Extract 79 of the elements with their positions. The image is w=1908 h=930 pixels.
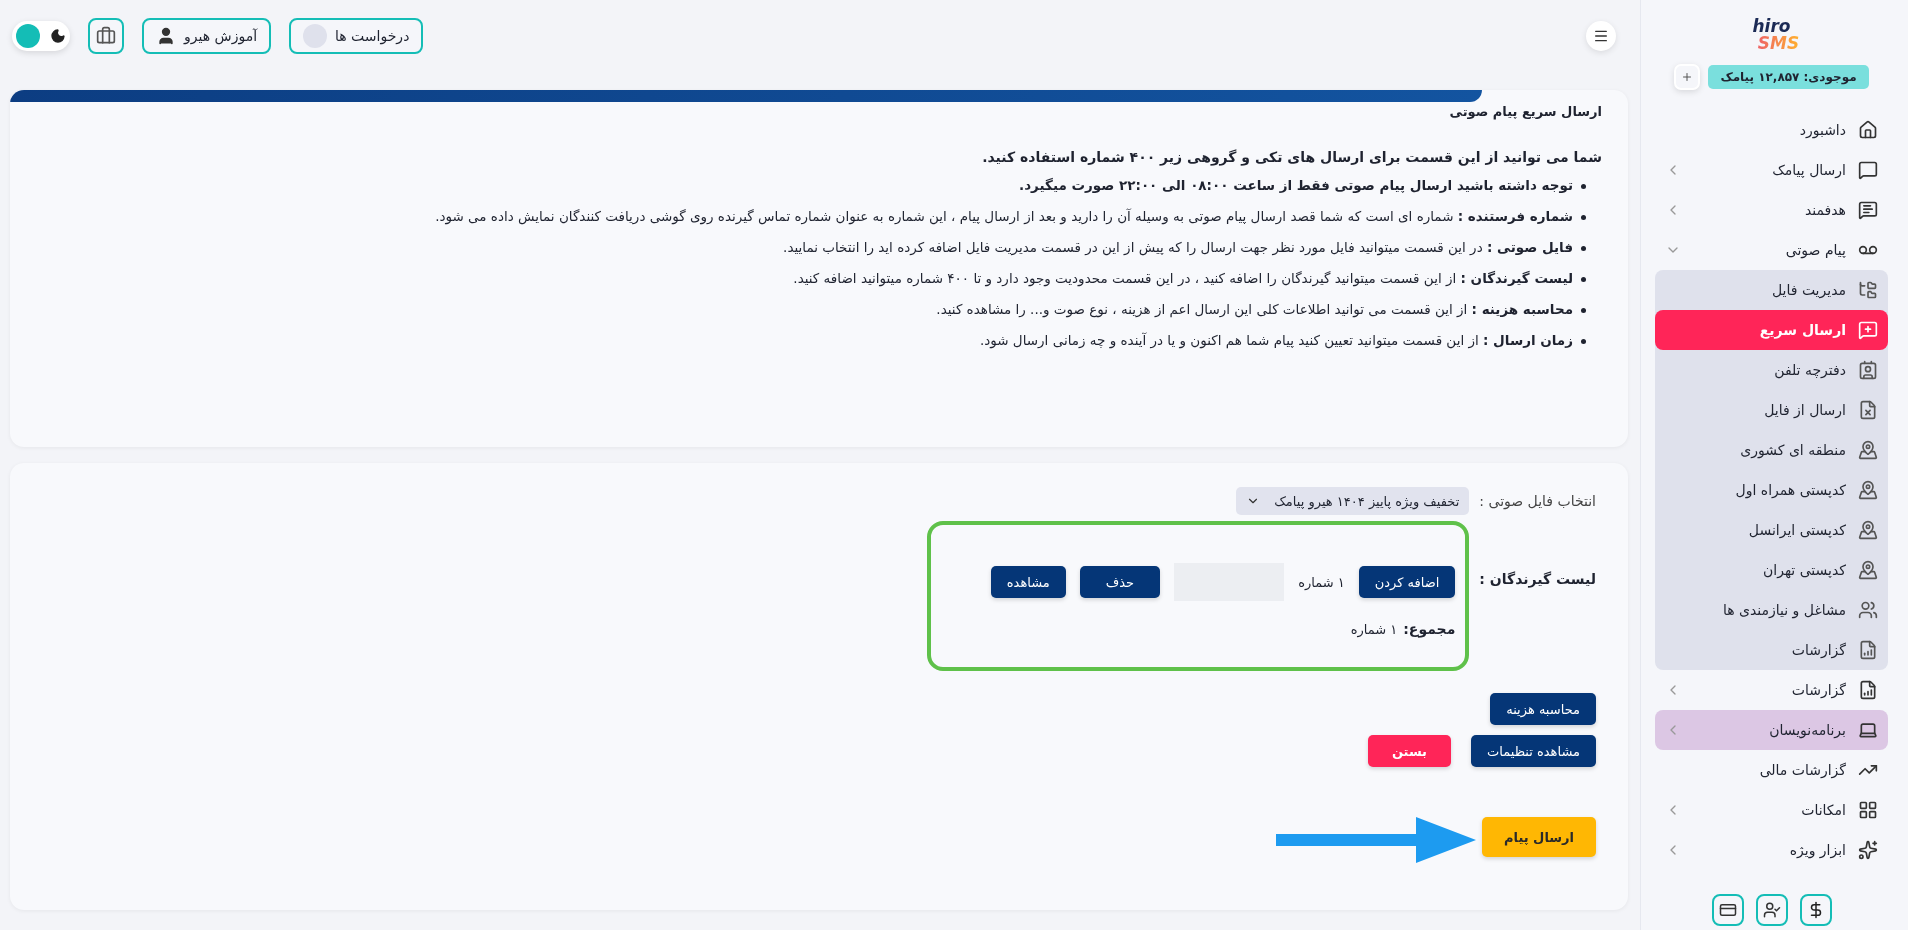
menu-item[interactable]: ارسال پیامک <box>1655 150 1888 190</box>
menu-button[interactable] <box>1586 21 1616 51</box>
moon-icon <box>50 28 66 44</box>
bullet-icon <box>1581 246 1586 251</box>
count-text: ۱ شماره <box>1298 574 1345 590</box>
total-label: مجموع: <box>1403 621 1456 637</box>
menu-item[interactable]: هدفمند <box>1655 190 1888 230</box>
sparkle-icon <box>1858 840 1878 860</box>
file-select[interactable]: تخفیف ویژه پاییز ۱۴۰۴ هیرو پیامک <box>1236 487 1470 515</box>
report-icon <box>1858 680 1878 700</box>
report-icon <box>1858 640 1878 660</box>
menu-item[interactable]: گزارشات مالی <box>1655 750 1888 790</box>
send-button[interactable]: ارسال پیام <box>1482 817 1596 857</box>
submenu-item[interactable]: دفترچه تلفن <box>1655 350 1888 390</box>
dollar-button[interactable] <box>1799 894 1832 926</box>
bullet-icon <box>1581 184 1586 189</box>
bullet-icon <box>1581 339 1586 344</box>
users-icon <box>1858 600 1878 620</box>
card-icon <box>1718 901 1737 919</box>
action-button[interactable]: بستن <box>1367 735 1451 767</box>
contact-icon <box>1858 360 1878 380</box>
view-button[interactable]: مشاهده <box>990 566 1066 598</box>
add-button[interactable]: اضافه کردن <box>1358 566 1456 598</box>
note-text: شماره فرستنده : شماره ای است که شما قصد ارسال پیام صوتی به وسیله آن را دارید و بعد از ارسال پیام ، این شماره به عنوان شماره تماس گیرنده روی گوشی دریافت کنندگان نمایش داده می شود. <box>435 208 1573 224</box>
chat-check-icon <box>1858 200 1878 220</box>
folder-tree-icon <box>1858 280 1878 300</box>
submenu-item[interactable]: کدپستی همراه اول <box>1655 470 1888 510</box>
theme-toggle[interactable] <box>12 21 70 51</box>
field-label: انتخاب فایل صوتی : <box>1479 493 1596 509</box>
submenu-item[interactable]: گزارشات <box>1655 630 1888 670</box>
menu-icon <box>1593 28 1609 44</box>
note-text: توجه داشته باشید ارسال پیام صوتی فقط از ساعت ۰۸:۰۰ الی ۲۲:۰۰ صورت میگیرد. <box>1019 177 1573 193</box>
bullet-icon <box>1581 308 1586 313</box>
file-x-icon <box>1858 400 1878 420</box>
briefcase-icon <box>96 26 116 46</box>
map-pin-icon <box>1858 440 1878 460</box>
menu-item[interactable]: داشبورد <box>1655 110 1888 150</box>
action-button[interactable]: محاسبه هزینه <box>1490 693 1596 725</box>
note-text: لیست گیرندگان : از این قسمت میتوانید گیرندگان را اضافه کنید ، در این قسمت محدودیت وجود دارد و تا ۴۰۰ شماره میتوانید اضافه کنید. <box>793 270 1573 286</box>
menu-item[interactable]: پیام صوتی <box>1655 230 1888 270</box>
bullet-icon <box>1581 215 1586 220</box>
field-label: لیست گیرندگان : <box>1479 571 1596 587</box>
submenu-item[interactable]: مدیریت فایل <box>1655 270 1888 310</box>
menu-item[interactable]: ابزار ویژه <box>1655 830 1888 870</box>
balance-badge: موجودی: ۱۲,۸۵۷ پیامک <box>1708 65 1869 89</box>
sms-icon <box>1858 160 1878 180</box>
home-icon <box>1858 120 1878 140</box>
bullet-icon <box>1581 277 1586 282</box>
action-button[interactable]: مشاهده تنظیمات <box>1471 735 1596 767</box>
user-check-icon <box>1762 901 1781 919</box>
briefcase-button[interactable] <box>88 18 124 54</box>
requests-button[interactable]: درخواست ها <box>289 18 424 54</box>
note-text: زمان ارسال : از این قسمت میتوانید تعیین کنید پیام شما هم اکنون و یا در آینده و چه زمانی ارسال شود. <box>980 332 1573 348</box>
card-button[interactable] <box>1711 894 1744 926</box>
map-pin-icon <box>1858 560 1878 580</box>
map-pin-icon <box>1858 480 1878 500</box>
laptop-code-icon <box>1858 720 1878 740</box>
card-title: ارسال سریع پیام صوتی <box>1448 104 1602 119</box>
submenu-item[interactable]: ارسال از فایل <box>1655 390 1888 430</box>
menu-item[interactable]: گزارشات <box>1655 670 1888 710</box>
note-text: محاسبه هزینه : از این قسمت می توانید اطلاعات کلی این ارسال اعم از هزینه ، نوع صوت و... را مشاهده کنید. <box>936 301 1573 317</box>
menu-item[interactable]: امکانات <box>1655 790 1888 830</box>
total-value: ۱ شماره <box>1350 621 1398 637</box>
submenu-item[interactable]: مشاغل و نیازمندی ها <box>1655 590 1888 630</box>
tutorial-button[interactable]: آموزش هیرو <box>142 18 271 54</box>
map-pin-icon <box>1858 520 1878 540</box>
grid-icon <box>1858 800 1878 820</box>
chat-plus-icon <box>1858 320 1878 340</box>
submenu-item[interactable]: منطقه ای کشوری <box>1655 430 1888 470</box>
submenu-item[interactable]: ارسال سریع <box>1655 310 1888 350</box>
user-icon <box>156 26 176 46</box>
note-text: فایل صوتی : در این قسمت میتوانید فایل مورد نظر جهت ارسال را که پیش از این در قسمت مدیریت فایل اضافه کرده اید را انتخاب نمایید. <box>783 239 1573 255</box>
delete-button[interactable]: حذف <box>1079 566 1161 598</box>
intro-text: شما می توانید از این قسمت برای ارسال های تکی و گروهی زیر ۴۰۰ شماره استفاده کنید. <box>981 149 1602 165</box>
submenu-item[interactable]: کدپستی تهران <box>1655 550 1888 590</box>
submenu-item[interactable]: کدپستی ایرانسل <box>1655 510 1888 550</box>
menu-item[interactable]: برنامه‌نویسان <box>1655 710 1888 750</box>
plus-icon <box>1681 71 1694 83</box>
user-check-button[interactable] <box>1755 894 1788 926</box>
